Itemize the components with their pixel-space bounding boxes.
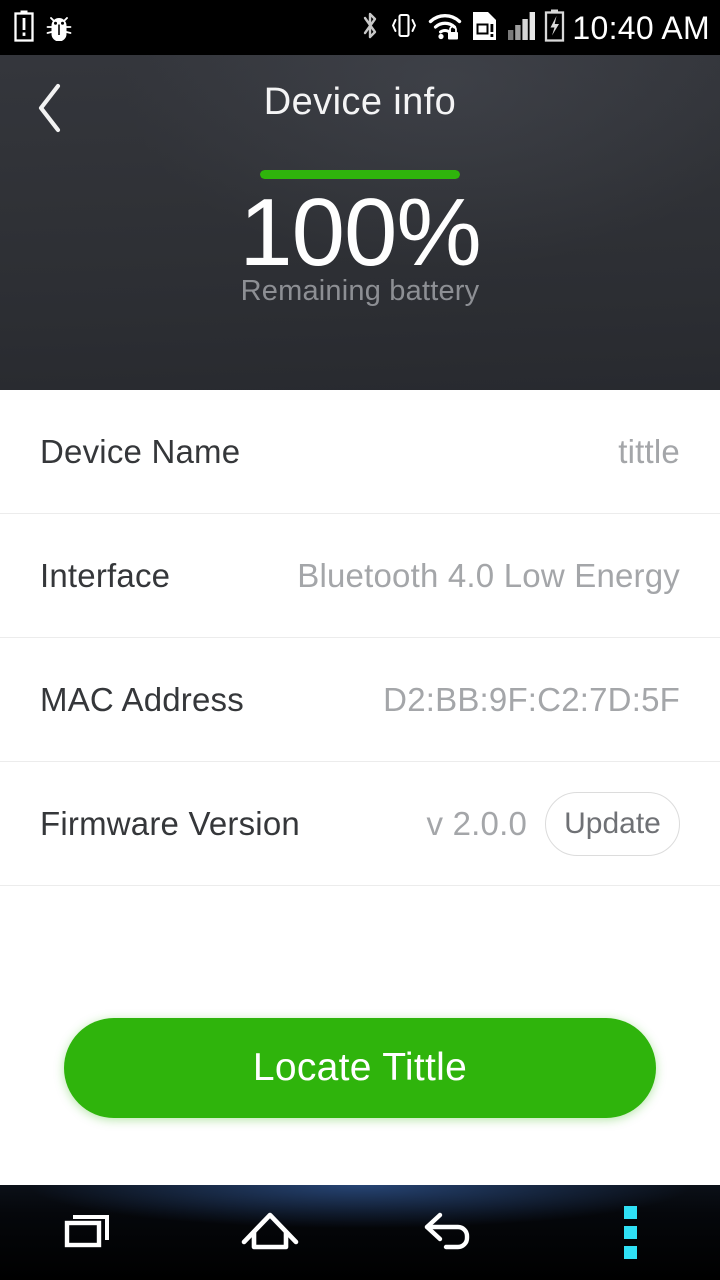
- row-label-device-name: Device Name: [40, 432, 241, 470]
- device-info-header: Device info 100% Remaining battery: [0, 55, 720, 390]
- table-row[interactable]: Device Name tittle: [0, 390, 720, 514]
- battery-progress-track: [260, 170, 460, 179]
- table-row[interactable]: MAC Address D2:BB:9F:C2:7D:5F: [0, 638, 720, 762]
- back-arrow-icon: [420, 1207, 480, 1259]
- home-button[interactable]: [180, 1185, 360, 1280]
- home-icon: [239, 1207, 301, 1259]
- table-row[interactable]: Interface Bluetooth 4.0 Low Energy: [0, 514, 720, 638]
- status-bar-clock: 10:40 AM: [572, 9, 710, 46]
- locate-section: Locate Tittle: [0, 900, 720, 1185]
- recents-icon: [61, 1208, 119, 1258]
- recents-button[interactable]: [0, 1185, 180, 1280]
- wifi-secure-icon: [428, 10, 462, 45]
- overflow-menu-icon: [623, 1206, 637, 1259]
- sim-card-alert-icon: [471, 10, 498, 46]
- status-bar-left-icons: [14, 10, 74, 46]
- battery-caption: Remaining battery: [240, 275, 480, 307]
- device-info-list: Device Name tittle Interface Bluetooth 4…: [0, 390, 720, 886]
- status-bar-right-icons: [360, 9, 565, 46]
- battery-alert-icon: [14, 10, 34, 46]
- row-label-firmware-version: Firmware Version: [40, 804, 300, 842]
- update-button[interactable]: Update: [545, 791, 680, 856]
- row-value-device-name: tittle: [618, 432, 680, 470]
- row-value-interface: Bluetooth 4.0 Low Energy: [297, 556, 680, 594]
- signal-bars-icon: [507, 10, 536, 45]
- battery-summary: 100% Remaining battery: [0, 170, 720, 308]
- back-nav-button[interactable]: [360, 1185, 540, 1280]
- status-bar: 10:40 AM: [0, 0, 720, 55]
- overflow-menu-button[interactable]: [540, 1185, 720, 1280]
- vibrate-icon: [389, 10, 419, 45]
- row-label-mac-address: MAC Address: [40, 680, 244, 718]
- android-navigation-bar: [0, 1185, 720, 1280]
- battery-charging-icon: [544, 9, 565, 46]
- row-value-firmware-version: v 2.0.0: [426, 804, 527, 842]
- battery-percent-label: 100%: [239, 179, 482, 286]
- bluetooth-icon: [360, 10, 380, 45]
- table-row[interactable]: Firmware Version v 2.0.0 Update: [0, 762, 720, 886]
- row-value-mac-address: D2:BB:9F:C2:7D:5F: [383, 680, 680, 718]
- locate-button[interactable]: Locate Tittle: [64, 1018, 656, 1118]
- row-label-interface: Interface: [40, 556, 171, 594]
- battery-progress-fill: [260, 170, 460, 179]
- android-bug-icon: [44, 11, 74, 45]
- page-title: Device info: [263, 81, 457, 123]
